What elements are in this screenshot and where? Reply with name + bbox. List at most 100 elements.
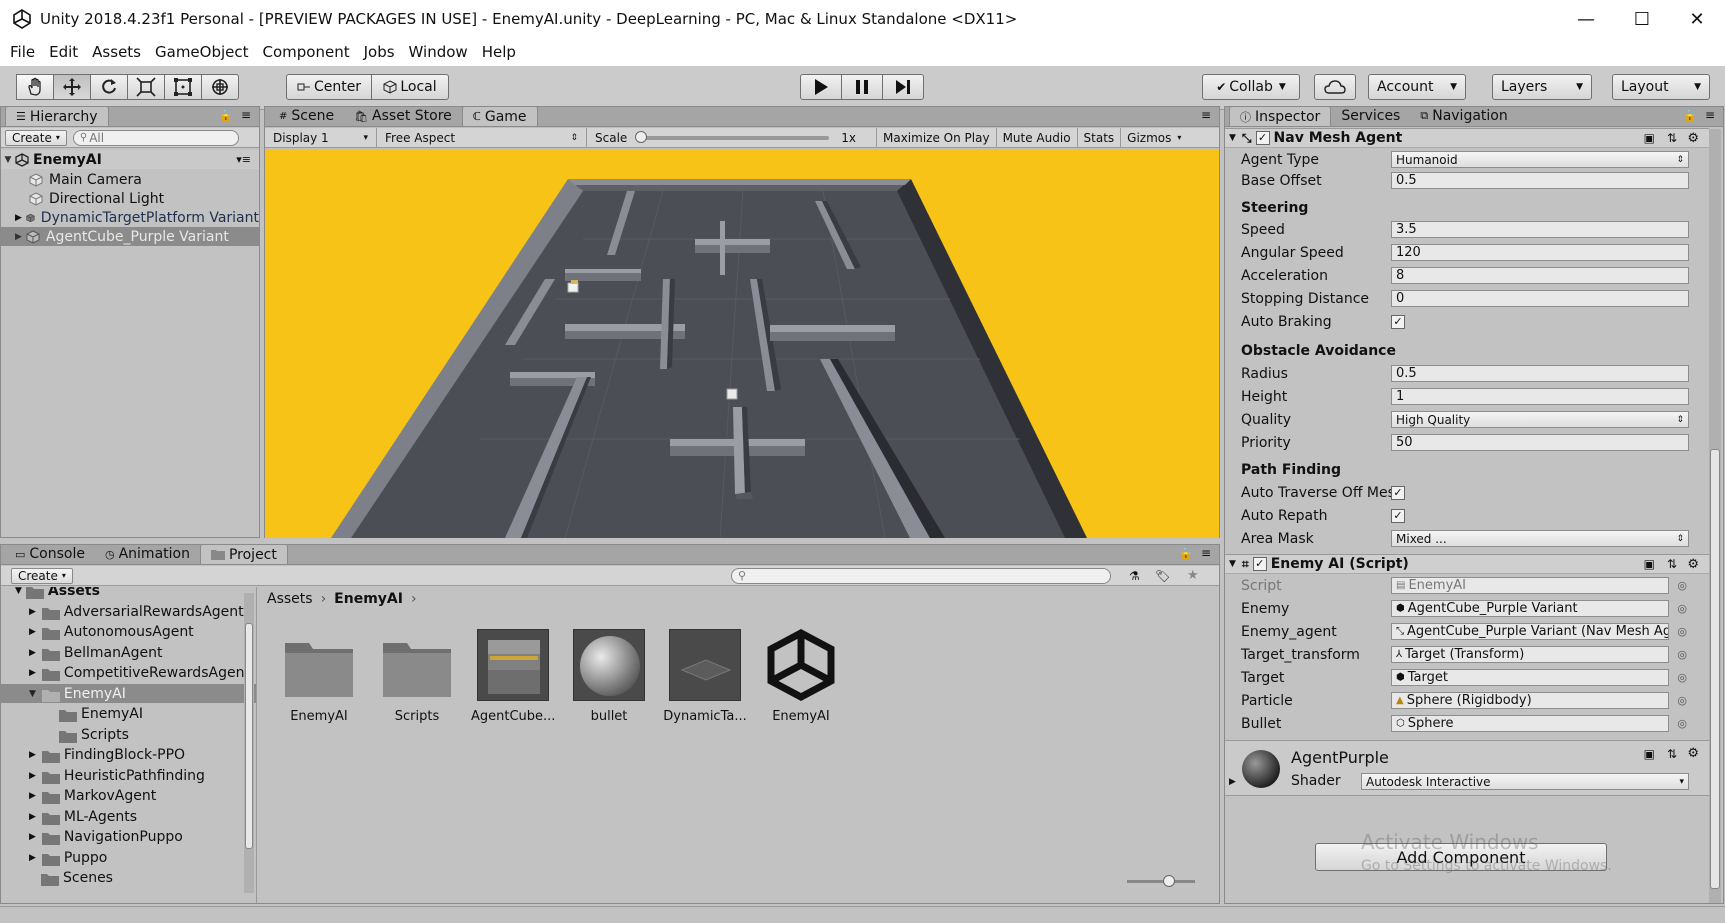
inspector-scrollbar[interactable]	[1709, 129, 1721, 903]
angular-speed-field[interactable]: 120	[1391, 244, 1689, 261]
acceleration-field[interactable]: 8	[1391, 267, 1689, 284]
hierarchy-create-button[interactable]: Create ▾	[5, 129, 67, 146]
move-tool-button[interactable]	[53, 74, 91, 100]
expand-right-icon[interactable]: ▶	[29, 812, 36, 822]
help-icon[interactable]: ▣	[1644, 557, 1655, 571]
object-picker-icon[interactable]: ◎	[1677, 625, 1687, 638]
navmesh-component-header[interactable]: ▼ ⤡ ✓ Nav Mesh Agent ▣ ⇅ ⚙	[1225, 128, 1709, 148]
hierarchy-item[interactable]: Main Camera	[1, 170, 259, 189]
tree-folder[interactable]: ▶ AdversarialRewardsAgent	[29, 602, 244, 621]
scale-slider-thumb[interactable]	[635, 130, 648, 143]
object-picker-icon[interactable]: ◎	[1677, 717, 1687, 730]
auto-braking-checkbox[interactable]: ✓	[1391, 314, 1405, 329]
enemy-ai-component-header[interactable]: ▼ ⌗ ✓ Enemy AI (Script) ▣ ⇅ ⚙	[1225, 554, 1709, 574]
maximize-on-play-toggle[interactable]: Maximize On Play	[877, 127, 997, 148]
filter-by-label-icon[interactable]: 🏷	[1155, 569, 1170, 583]
tree-folder[interactable]: ▶ Puppo	[29, 848, 107, 867]
object-picker-icon[interactable]: ◎	[1677, 671, 1687, 684]
tab-asset-store[interactable]: 🛍 Asset Store	[344, 106, 462, 126]
tree-folder[interactable]: Scripts	[59, 725, 129, 744]
breadcrumb-assets[interactable]: Assets	[267, 591, 313, 607]
expand-down-icon[interactable]: ▼	[29, 689, 36, 699]
navmesh-enabled-checkbox[interactable]: ✓	[1255, 131, 1270, 145]
enemy-reference-field[interactable]: ⬢ AgentCube_Purple Variant	[1391, 600, 1669, 617]
maximize-button[interactable]: ☐	[1614, 0, 1670, 38]
agent-type-dropdown[interactable]: Humanoid ⇕	[1391, 151, 1689, 168]
expand-right-icon[interactable]: ▶	[29, 607, 36, 617]
tab-animation[interactable]: ◷ Animation	[95, 544, 200, 564]
stats-toggle[interactable]: Stats	[1078, 127, 1122, 148]
bullet-reference-field[interactable]: ⬡ Sphere	[1391, 715, 1669, 732]
icon-size-slider[interactable]	[1127, 875, 1195, 887]
stopping-distance-field[interactable]: 0	[1391, 290, 1689, 307]
asset-item[interactable]: DynamicTa...	[663, 629, 747, 724]
panel-menu-icon[interactable]: ≡	[1705, 108, 1715, 122]
scene-row[interactable]: ▼ EnemyAI ▾≡	[1, 150, 259, 169]
project-create-button[interactable]: Create ▾	[11, 567, 73, 584]
preset-icon[interactable]: ⇅	[1667, 747, 1677, 761]
asset-item[interactable]: Scripts	[375, 629, 459, 724]
tree-scrollbar-thumb[interactable]	[245, 623, 253, 849]
expand-down-icon[interactable]: ▼	[1, 155, 15, 165]
expand-right-icon[interactable]: ▶	[29, 627, 36, 637]
pivot-center-toggle[interactable]: Center	[286, 74, 372, 100]
filter-by-type-icon[interactable]: ⚗	[1129, 569, 1140, 583]
expand-down-icon[interactable]: ▼	[1229, 559, 1236, 569]
scale-slider[interactable]	[635, 130, 830, 143]
object-picker-icon[interactable]: ◎	[1677, 602, 1687, 615]
transform-tool-button[interactable]	[201, 74, 239, 100]
project-search-input[interactable]: ⚲	[731, 567, 1111, 584]
area-mask-dropdown[interactable]: Mixed ... ⇕	[1391, 530, 1689, 547]
shader-dropdown[interactable]: Autodesk Interactive ▾	[1361, 773, 1689, 790]
tab-project[interactable]: Project	[199, 544, 288, 564]
pivot-space-toggle[interactable]: Local	[371, 74, 449, 100]
tree-folder[interactable]: ▶ MarkovAgent	[29, 786, 156, 805]
gizmos-dropdown[interactable]: Gizmos ▾	[1121, 128, 1187, 148]
tree-folder[interactable]: ▶ CompetitiveRewardsAgent	[29, 663, 250, 682]
breadcrumb-enemyai[interactable]: EnemyAI	[334, 591, 403, 607]
layout-dropdown[interactable]: Layout ▼	[1612, 74, 1710, 100]
menu-edit[interactable]: Edit	[43, 43, 86, 61]
menu-jobs[interactable]: Jobs	[358, 43, 403, 61]
inspector-scrollbar-thumb[interactable]	[1710, 449, 1720, 889]
scene-menu-icon[interactable]: ▾≡	[236, 153, 251, 166]
tab-console[interactable]: ▭ Console	[5, 544, 95, 564]
expand-right-icon[interactable]: ▶	[29, 750, 36, 760]
menu-component[interactable]: Component	[257, 43, 358, 61]
favorite-star-icon[interactable]: ★	[1187, 568, 1199, 583]
tab-hierarchy[interactable]: ☰ Hierarchy	[5, 106, 109, 126]
particle-reference-field[interactable]: ▲ Sphere (Rigidbody)	[1391, 692, 1669, 709]
auto-traverse-checkbox[interactable]: ✓	[1391, 485, 1405, 500]
preset-icon[interactable]: ⇅	[1667, 131, 1677, 145]
play-button[interactable]	[800, 74, 842, 100]
cloud-button[interactable]	[1314, 74, 1356, 100]
expand-right-icon[interactable]: ▶	[29, 771, 36, 781]
menu-file[interactable]: File	[0, 43, 43, 61]
auto-repath-checkbox[interactable]: ✓	[1391, 508, 1405, 523]
asset-item[interactable]: bullet	[567, 629, 651, 724]
radius-field[interactable]: 0.5	[1391, 365, 1689, 382]
tab-inspector[interactable]: ⓘ Inspector	[1229, 106, 1332, 126]
rotate-tool-button[interactable]	[90, 74, 128, 100]
asset-item[interactable]: EnemyAI	[759, 629, 843, 724]
tree-folder[interactable]: ▶ BellmanAgent	[29, 643, 162, 662]
panel-menu-icon[interactable]: ≡	[241, 108, 251, 122]
help-icon[interactable]: ▣	[1644, 747, 1655, 761]
tree-folder[interactable]: Scenes	[41, 868, 113, 887]
account-dropdown[interactable]: Account ▼	[1368, 74, 1466, 100]
hierarchy-item[interactable]: Directional Light	[1, 189, 259, 208]
aspect-dropdown[interactable]: Free Aspect ⇕	[377, 127, 587, 148]
tab-game[interactable]: ℂ Game	[461, 106, 538, 126]
tree-folder[interactable]: ▶ FindingBlock-PPO	[29, 745, 185, 764]
menu-assets[interactable]: Assets	[86, 43, 149, 61]
object-picker-icon[interactable]: ◎	[1677, 648, 1687, 661]
expand-right-icon[interactable]: ▶	[29, 853, 36, 863]
tab-scene[interactable]: # Scene	[269, 106, 344, 126]
height-field[interactable]: 1	[1391, 388, 1689, 405]
object-picker-icon[interactable]: ◎	[1677, 694, 1687, 707]
gear-icon[interactable]: ⚙	[1687, 131, 1699, 146]
expand-right-icon[interactable]: ▶	[29, 791, 36, 801]
hierarchy-search-input[interactable]: ⚲ All	[72, 129, 239, 146]
expand-right-icon[interactable]: ▶	[1229, 777, 1236, 787]
icon-size-slider-thumb[interactable]	[1163, 875, 1175, 887]
